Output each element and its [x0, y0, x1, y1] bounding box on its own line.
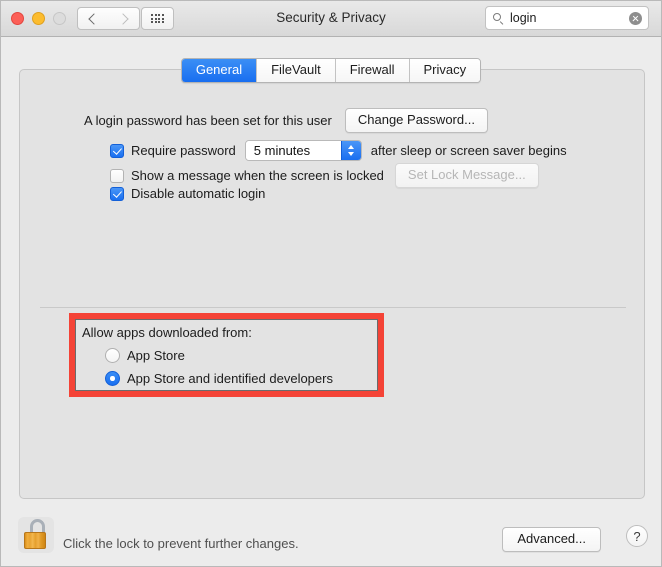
gatekeeper-title: Allow apps downloaded from:	[82, 325, 252, 340]
password-status-label: A login password has been set for this u…	[84, 113, 332, 128]
clear-search-icon[interactable]	[629, 12, 642, 25]
disable-automatic-login-label: Disable automatic login	[131, 186, 266, 201]
security-privacy-window: Security & Privacy General FileVault Fir…	[0, 0, 662, 567]
require-password-checkbox[interactable]	[110, 143, 124, 158]
require-password-suffix: after sleep or screen saver begins	[370, 143, 567, 158]
radio-identified-developers-label: App Store and identified developers	[127, 371, 333, 386]
lock-hint-text: Click the lock to prevent further change…	[63, 536, 299, 551]
interval-value: 5 minutes	[245, 141, 341, 160]
change-password-button[interactable]: Change Password...	[344, 108, 488, 133]
unlocked-padlock-icon[interactable]	[18, 517, 54, 553]
advanced-button[interactable]: Advanced...	[502, 527, 601, 552]
window-titlebar: Security & Privacy	[1, 1, 661, 37]
search-input[interactable]	[510, 11, 620, 25]
tab-firewall[interactable]: Firewall	[334, 59, 409, 82]
show-lock-message-label: Show a message when the screen is locked	[131, 168, 384, 183]
tab-bar: General FileVault Firewall Privacy	[1, 58, 661, 83]
set-lock-message-button: Set Lock Message...	[394, 163, 539, 188]
gatekeeper-option-app-store-and-identified-developers[interactable]: App Store and identified developers	[105, 371, 333, 386]
show-lock-message-row: Show a message when the screen is locked…	[110, 163, 539, 188]
require-password-interval-stepper[interactable]: 5 minutes	[244, 140, 362, 161]
section-divider	[40, 307, 626, 308]
tab-general[interactable]: General	[181, 59, 257, 82]
require-password-label: Require password	[131, 143, 236, 158]
radio-app-store[interactable]	[105, 348, 120, 363]
tab-filevault[interactable]: FileVault	[256, 59, 335, 82]
tab-privacy[interactable]: Privacy	[408, 59, 481, 82]
disable-automatic-login-row: Disable automatic login	[110, 186, 265, 201]
help-button[interactable]: ?	[626, 525, 648, 547]
window-footer: Click the lock to prevent further change…	[1, 506, 661, 566]
gatekeeper-option-app-store[interactable]: App Store	[105, 348, 185, 363]
disable-automatic-login-checkbox[interactable]	[110, 186, 124, 201]
search-field[interactable]	[485, 6, 649, 30]
radio-app-store-label: App Store	[127, 348, 185, 363]
show-lock-message-checkbox[interactable]	[110, 168, 124, 183]
search-icon	[493, 12, 504, 26]
radio-app-store-identified-developers[interactable]	[105, 371, 120, 386]
general-tab-panel: A login password has been set for this u…	[19, 69, 645, 499]
stepper-arrows-icon[interactable]	[340, 141, 361, 160]
password-status-row: A login password has been set for this u…	[84, 108, 488, 133]
require-password-row: Require password 5 minutes after sleep o…	[110, 140, 567, 161]
